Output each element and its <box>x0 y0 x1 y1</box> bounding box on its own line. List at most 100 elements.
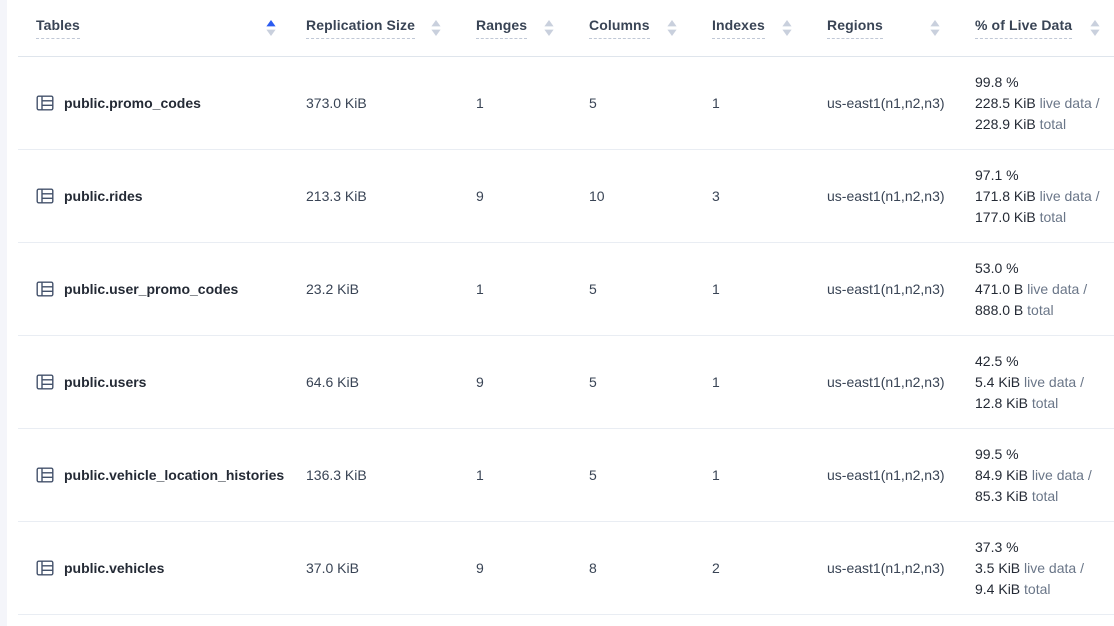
columns-value: 5 <box>568 281 691 297</box>
replication-size-value: 136.3 KiB <box>290 467 455 483</box>
sort-arrows-icon[interactable] <box>431 20 441 36</box>
column-header-label[interactable]: % of Live Data <box>975 17 1072 39</box>
live-data-cell: 53.0 % 471.0 B live data / 888.0 B total <box>954 258 1114 321</box>
table-name-cell: public.user_promo_codes <box>18 280 290 298</box>
table-grid-icon <box>36 280 54 298</box>
regions-value: us-east1(n1,n2,n3) <box>806 188 954 204</box>
column-header-ranges[interactable]: Ranges <box>455 17 568 39</box>
sort-arrows-icon[interactable] <box>930 20 940 36</box>
regions-value: us-east1(n1,n2,n3) <box>806 95 954 111</box>
live-data-suffix: live data / <box>1027 281 1087 297</box>
indexes-value: 2 <box>691 560 806 576</box>
column-header-label[interactable]: Ranges <box>476 17 527 39</box>
total-data-value: 228.9 KiB <box>975 116 1036 132</box>
page-gutter <box>0 0 7 626</box>
column-header-label[interactable]: Regions <box>827 17 883 39</box>
total-data-suffix: total <box>1040 116 1066 132</box>
column-header-replication-size[interactable]: Replication Size <box>290 17 455 39</box>
live-data-suffix: live data / <box>1024 374 1084 390</box>
column-header-columns[interactable]: Columns <box>568 17 691 39</box>
indexes-value: 1 <box>691 281 806 297</box>
indexes-value: 1 <box>691 374 806 390</box>
live-data-cell: 42.5 % 5.4 KiB live data / 12.8 KiB tota… <box>954 351 1114 414</box>
table-row: public.rides 213.3 KiB 9 10 3 us-east1(n… <box>18 150 1114 243</box>
live-data-value: 3.5 KiB <box>975 560 1020 576</box>
live-data-line: 471.0 B live data / <box>975 279 1114 300</box>
sort-arrows-icon[interactable] <box>544 20 554 36</box>
live-data-line: 171.8 KiB live data / <box>975 186 1114 207</box>
table-grid-icon <box>36 466 54 484</box>
ranges-value: 9 <box>455 374 568 390</box>
table-name-cell: public.vehicles <box>18 559 290 577</box>
column-header-regions[interactable]: Regions <box>806 17 954 39</box>
total-data-suffix: total <box>1032 395 1058 411</box>
total-data-value: 177.0 KiB <box>975 209 1036 225</box>
live-data-percent: 53.0 % <box>975 258 1114 279</box>
columns-value: 8 <box>568 560 691 576</box>
table-grid-icon <box>36 94 54 112</box>
column-header-label[interactable]: Replication Size <box>306 17 415 39</box>
table-name-link[interactable]: public.promo_codes <box>64 95 201 111</box>
total-data-line: 888.0 B total <box>975 300 1114 321</box>
tables-list: Tables Replication Size Ranges Columns <box>18 0 1114 615</box>
regions-value: us-east1(n1,n2,n3) <box>806 467 954 483</box>
total-data-suffix: total <box>1024 581 1050 597</box>
columns-value: 5 <box>568 467 691 483</box>
table-name-link[interactable]: public.rides <box>64 188 143 204</box>
live-data-percent: 97.1 % <box>975 165 1114 186</box>
total-data-line: 9.4 KiB total <box>975 579 1114 600</box>
table-row: public.vehicles 37.0 KiB 9 8 2 us-east1(… <box>18 522 1114 615</box>
table-row: public.users 64.6 KiB 9 5 1 us-east1(n1,… <box>18 336 1114 429</box>
live-data-suffix: live data / <box>1024 560 1084 576</box>
column-header-label[interactable]: Columns <box>589 17 650 39</box>
replication-size-value: 23.2 KiB <box>290 281 455 297</box>
table-row: public.promo_codes 373.0 KiB 1 5 1 us-ea… <box>18 57 1114 150</box>
ranges-value: 1 <box>455 95 568 111</box>
column-header-tables[interactable]: Tables <box>18 17 290 39</box>
sort-arrows-icon[interactable] <box>1090 20 1100 36</box>
total-data-line: 177.0 KiB total <box>975 207 1114 228</box>
live-data-cell: 99.8 % 228.5 KiB live data / 228.9 KiB t… <box>954 72 1114 135</box>
replication-size-value: 373.0 KiB <box>290 95 455 111</box>
live-data-percent: 37.3 % <box>975 537 1114 558</box>
column-header-of-live-data[interactable]: % of Live Data <box>954 17 1114 39</box>
ranges-value: 1 <box>455 281 568 297</box>
ranges-value: 9 <box>455 188 568 204</box>
table-name-cell: public.vehicle_location_histories <box>18 466 290 484</box>
columns-value: 5 <box>568 374 691 390</box>
table-name-link[interactable]: public.users <box>64 374 146 390</box>
table-name-cell: public.promo_codes <box>18 94 290 112</box>
live-data-suffix: live data / <box>1040 188 1100 204</box>
table-name-link[interactable]: public.user_promo_codes <box>64 281 238 297</box>
columns-value: 10 <box>568 188 691 204</box>
regions-value: us-east1(n1,n2,n3) <box>806 560 954 576</box>
replication-size-value: 37.0 KiB <box>290 560 455 576</box>
table-body: public.promo_codes 373.0 KiB 1 5 1 us-ea… <box>18 57 1114 615</box>
total-data-value: 85.3 KiB <box>975 488 1028 504</box>
live-data-line: 3.5 KiB live data / <box>975 558 1114 579</box>
column-header-indexes[interactable]: Indexes <box>691 17 806 39</box>
live-data-suffix: live data / <box>1040 95 1100 111</box>
indexes-value: 3 <box>691 188 806 204</box>
table-name-cell: public.users <box>18 373 290 391</box>
total-data-value: 9.4 KiB <box>975 581 1020 597</box>
live-data-percent: 42.5 % <box>975 351 1114 372</box>
total-data-line: 228.9 KiB total <box>975 114 1114 135</box>
sort-arrows-icon[interactable] <box>782 20 792 36</box>
table-grid-icon <box>36 373 54 391</box>
column-header-label[interactable]: Tables <box>36 17 80 39</box>
sort-arrows-icon[interactable] <box>266 20 276 36</box>
regions-value: us-east1(n1,n2,n3) <box>806 281 954 297</box>
table-name-link[interactable]: public.vehicle_location_histories <box>64 467 284 483</box>
live-data-percent: 99.5 % <box>975 444 1114 465</box>
total-data-value: 888.0 B <box>975 302 1023 318</box>
sort-arrows-icon[interactable] <box>667 20 677 36</box>
regions-value: us-east1(n1,n2,n3) <box>806 374 954 390</box>
ranges-value: 9 <box>455 560 568 576</box>
column-header-label[interactable]: Indexes <box>712 17 765 39</box>
table-name-link[interactable]: public.vehicles <box>64 560 164 576</box>
total-data-line: 12.8 KiB total <box>975 393 1114 414</box>
live-data-value: 228.5 KiB <box>975 95 1036 111</box>
live-data-value: 171.8 KiB <box>975 188 1036 204</box>
replication-size-value: 64.6 KiB <box>290 374 455 390</box>
